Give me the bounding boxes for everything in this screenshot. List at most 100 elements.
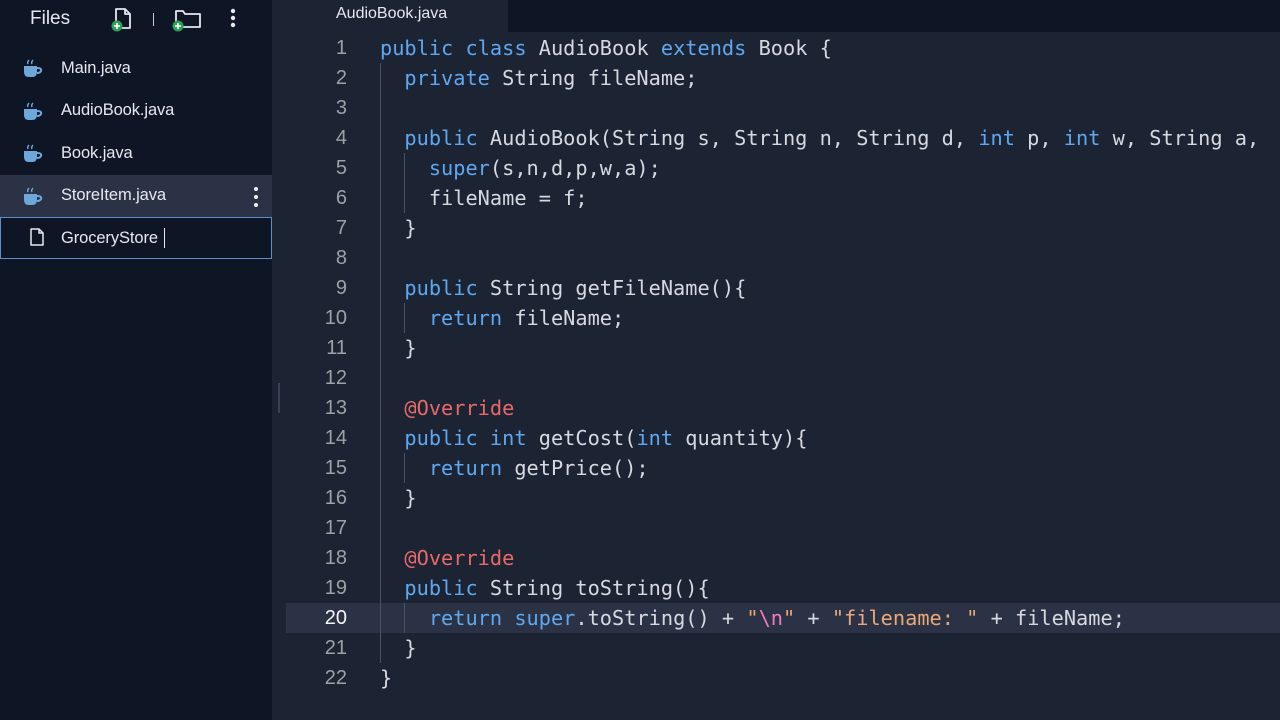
line-number: 14 <box>324 427 347 449</box>
code-text: @Override <box>380 393 514 423</box>
line-number: 3 <box>335 97 347 119</box>
line-number: 17 <box>324 517 347 539</box>
line-number: 10 <box>324 307 347 329</box>
new-file-name-input[interactable] <box>61 227 261 249</box>
line-number: 8 <box>335 247 347 269</box>
code-token: AudioBook(String s, String n, String d, <box>477 126 979 150</box>
line-number: 21 <box>324 637 347 659</box>
code-line[interactable]: 11 } <box>286 333 1280 363</box>
code-line[interactable]: 2 private String fileName; <box>286 63 1280 93</box>
file-item-audiobook-java[interactable]: AudioBook.java <box>0 90 272 133</box>
code-text: @Override <box>380 543 514 573</box>
code-text: super(s,n,d,p,w,a); <box>380 153 661 183</box>
new-file-row <box>0 217 272 259</box>
code-token: int <box>1063 126 1101 150</box>
tab-audiobook-java[interactable]: AudioBook.java <box>286 0 508 32</box>
code-line[interactable]: 16 } <box>286 483 1280 513</box>
indent-guide <box>404 603 406 633</box>
code-text: return fileName; <box>380 303 624 333</box>
code-text: } <box>380 213 416 243</box>
pane-resize-handle[interactable] <box>278 383 280 413</box>
file-label: StoreItem.java <box>61 186 166 205</box>
line-number: 6 <box>335 187 347 209</box>
code-line[interactable]: 3 <box>286 93 1280 123</box>
code-token: + <box>795 606 832 630</box>
code-line[interactable]: 10 return fileName; <box>286 303 1280 333</box>
tab-label: AudioBook.java <box>336 5 448 22</box>
code-line[interactable]: 17 <box>286 513 1280 543</box>
code-text: fileName = f; <box>380 183 588 213</box>
java-file-icon <box>24 59 43 77</box>
code-line[interactable]: 13 @Override <box>286 393 1280 423</box>
line-number: 9 <box>335 277 347 299</box>
code-line[interactable]: 19 public String toString(){ <box>286 573 1280 603</box>
code-line[interactable]: 8 <box>286 243 1280 273</box>
code-token: public <box>404 576 478 600</box>
code-text: private String fileName; <box>380 63 697 93</box>
code-token: public <box>404 276 478 300</box>
sidebar-header: Files <box>0 0 272 38</box>
line-number: 1 <box>335 37 347 59</box>
code-line[interactable]: 14 public int getCost(int quantity){ <box>286 423 1280 453</box>
code-token: @Override <box>404 546 515 570</box>
new-folder-icon[interactable] <box>172 6 204 32</box>
file-item-book-java[interactable]: Book.java <box>0 132 272 175</box>
code-token: String fileName; <box>489 66 698 90</box>
code-token: w, String a, <box>1100 126 1260 150</box>
code-line[interactable]: 4 public AudioBook(String s, String n, S… <box>286 123 1280 153</box>
code-line[interactable]: 5 super(s,n,d,p,w,a); <box>286 153 1280 183</box>
code-token: } <box>380 336 417 360</box>
code-token: return <box>428 606 503 630</box>
code-line[interactable]: 7 } <box>286 213 1280 243</box>
file-label: Book.java <box>61 143 133 162</box>
file-item-main-java[interactable]: Main.java <box>0 47 272 90</box>
indent-guide <box>380 63 381 663</box>
code-token: @Override <box>404 396 515 420</box>
code-token: (s,n,d,p,w,a); <box>489 156 661 180</box>
code-token: int <box>978 126 1015 150</box>
more-options-icon[interactable] <box>220 6 246 32</box>
indent-guide <box>404 153 406 213</box>
line-number: 18 <box>324 547 347 569</box>
code-token: " <box>746 606 759 630</box>
file-sidebar: Files Main.java AudioBook.java Book.java… <box>0 0 272 720</box>
code-line[interactable]: 6 fileName = f; <box>286 183 1280 213</box>
code-line[interactable]: 9 public String getFileName(){ <box>286 273 1280 303</box>
code-token: fileName = f; <box>380 186 588 210</box>
code-line[interactable]: 21 } <box>286 633 1280 663</box>
line-number: 20 <box>324 607 347 629</box>
file-item-storeitem-java[interactable]: StoreItem.java <box>0 174 272 217</box>
code-line[interactable]: 12 <box>286 363 1280 393</box>
code-token: " <box>782 606 796 630</box>
code-token: String getFileName(){ <box>477 276 747 300</box>
code-token: String toString(){ <box>477 576 710 600</box>
new-file-icon[interactable] <box>109 6 135 32</box>
code-line[interactable]: 18 @Override <box>286 543 1280 573</box>
code-line[interactable]: 15 return getPrice(); <box>286 453 1280 483</box>
code-line[interactable]: 1 public class AudioBook extends Book { <box>286 33 1280 63</box>
code-token: p, <box>1014 126 1064 150</box>
code-token: getPrice(); <box>502 456 649 480</box>
code-token: int <box>636 426 674 450</box>
code-text: } <box>380 483 416 513</box>
code-text: public class AudioBook extends Book { <box>380 33 832 63</box>
code-token: public <box>404 126 478 150</box>
code-editor[interactable]: 1 public class AudioBook extends Book {2 … <box>286 32 1280 720</box>
file-options-icon[interactable] <box>248 185 264 209</box>
code-token: getCost( <box>526 426 637 450</box>
code-token: + fileName; <box>978 606 1125 630</box>
line-number: 7 <box>335 217 347 239</box>
code-line[interactable]: 22} <box>286 663 1280 693</box>
code-token: class <box>465 36 527 60</box>
code-token: super <box>514 606 576 630</box>
line-number: 13 <box>324 397 347 419</box>
line-number: 19 <box>324 577 347 599</box>
code-line[interactable]: 20 return super.toString() + "\n" + "fil… <box>286 603 1280 633</box>
